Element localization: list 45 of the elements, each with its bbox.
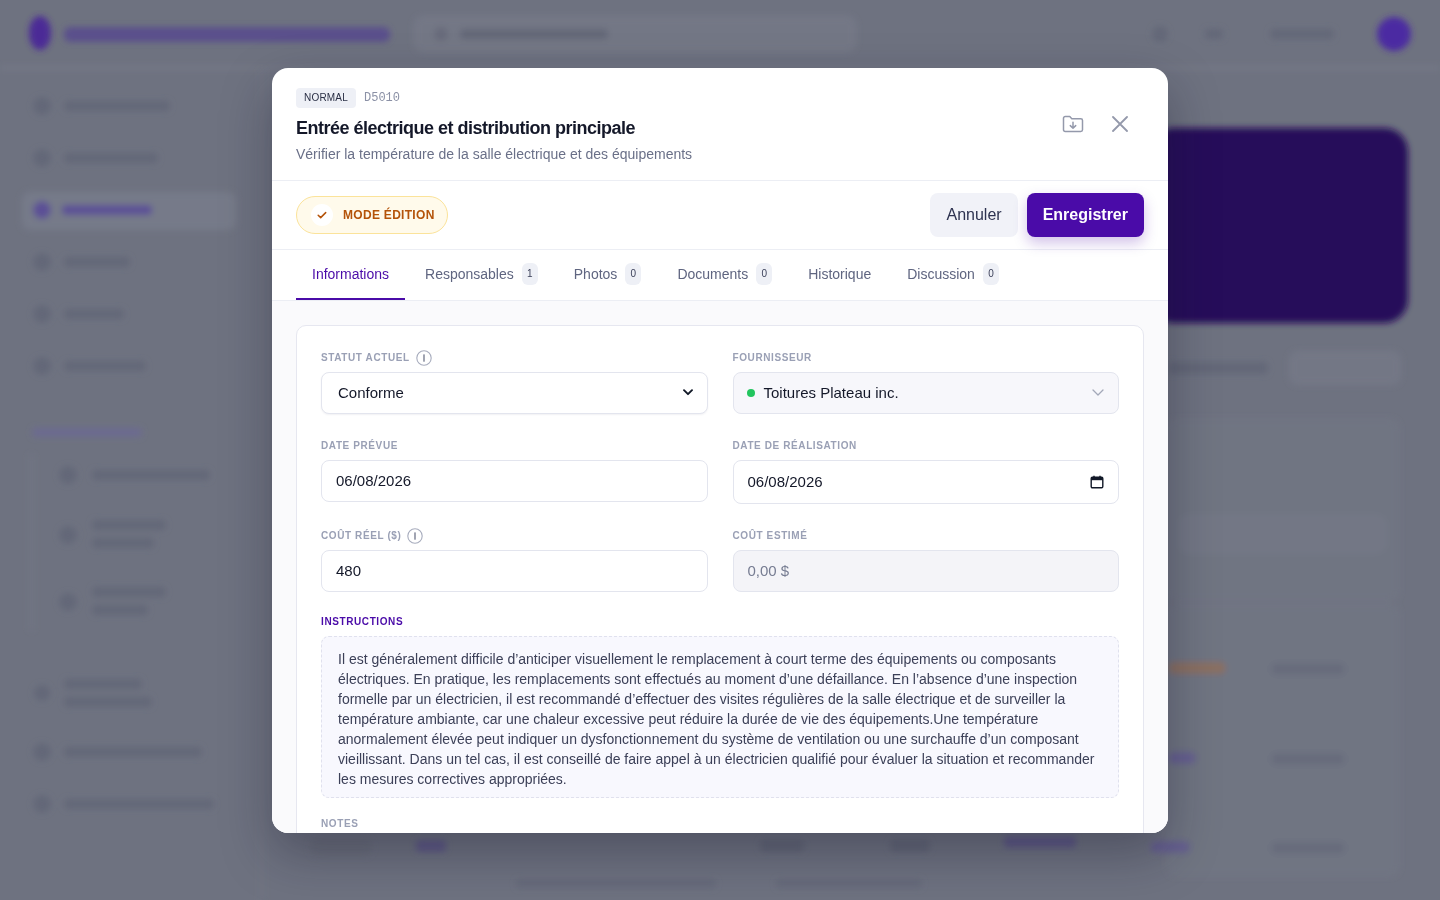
folder-download-icon[interactable] [1062, 114, 1084, 133]
field-label: STATUT ACTUEL [321, 351, 410, 364]
tab[interactable]: Photos 0 [557, 249, 658, 300]
tab[interactable]: Informations [296, 249, 406, 300]
close-icon[interactable] [1112, 115, 1128, 132]
check-icon [311, 203, 333, 226]
calendar-icon[interactable] [1090, 474, 1104, 489]
info-icon[interactable] [407, 527, 424, 544]
info-icon[interactable] [415, 349, 432, 366]
tab[interactable]: Documents 0 [661, 249, 789, 300]
section-label: INSTRUCTIONS [321, 615, 405, 628]
tab-count: 1 [521, 262, 538, 285]
field-label: DATE DE RÉALISATION [732, 439, 857, 452]
tab-label: Photos [573, 265, 618, 282]
select-field[interactable]: Conforme [321, 371, 708, 414]
cancel-button[interactable]: Annuler [930, 192, 1018, 237]
tab-count: 0 [756, 262, 773, 285]
edit-mode-toggle[interactable]: MODE ÉDITION [296, 195, 448, 234]
section-label: NOTES [321, 817, 360, 830]
field-label: COÛT RÉEL ($) [321, 529, 402, 542]
chevron-down-icon [682, 389, 693, 396]
tab[interactable]: Historique [792, 249, 888, 300]
instructions-field[interactable]: Il est généralement difficile d’anticiper visuellement le remplacement à court terme des équipements ou composants électriques. En pratique, les remplacements sont effectués au moment d’une défaillance. En l’absence d’une inspection formelle par un électricien, il est recommandé d’effectuer des visites régulières de la salle électrique et de surveiller la température ambiante, car une chaleur excessive peut réduire la durée de vie des équipements.Une température anormalement élevée peut indiquer un dysfonctionnement du système de ventilation ou une surchauffe d’un composant vieillissant. Dans un tel cas, il est conseillé de faire appel à un électricien qualifié pour évaluer la situation et recommander les mesures correctives appropriées. [321, 635, 1119, 798]
chevron-down-icon [1092, 389, 1104, 396]
input-field[interactable]: 06/08/2026 [321, 459, 708, 502]
tab-label: Historique [808, 265, 872, 282]
dropdown-field[interactable]: Toitures Plateau inc. [732, 371, 1119, 414]
tab[interactable]: Discussion 0 [891, 249, 1015, 300]
dialog-subtitle: Vérifier la température de la salle électrique et des équipements [296, 144, 693, 164]
tab-count: 0 [625, 262, 642, 285]
field-label: FOURNISSEUR [732, 351, 812, 364]
field-label: COÛT ESTIMÉ [732, 529, 808, 542]
date-field[interactable]: 06/08/2026 [732, 459, 1119, 504]
input-field[interactable]: 480 [321, 549, 708, 592]
field-label: DATE PRÉVUE [321, 439, 398, 452]
task-code: D5010 [364, 90, 400, 105]
priority-badge: NORMAL [296, 87, 356, 108]
tab-label: Informations [312, 265, 390, 282]
dialog-title: Entrée électrique et distribution principale [296, 116, 637, 140]
tab-label: Documents [677, 265, 749, 282]
tab-label: Discussion [907, 265, 975, 282]
tab[interactable]: Responsables 1 [409, 249, 554, 300]
tab-count: 0 [982, 262, 999, 285]
tab-label: Responsables [425, 265, 514, 282]
save-button[interactable]: Enregistrer [1026, 192, 1144, 237]
